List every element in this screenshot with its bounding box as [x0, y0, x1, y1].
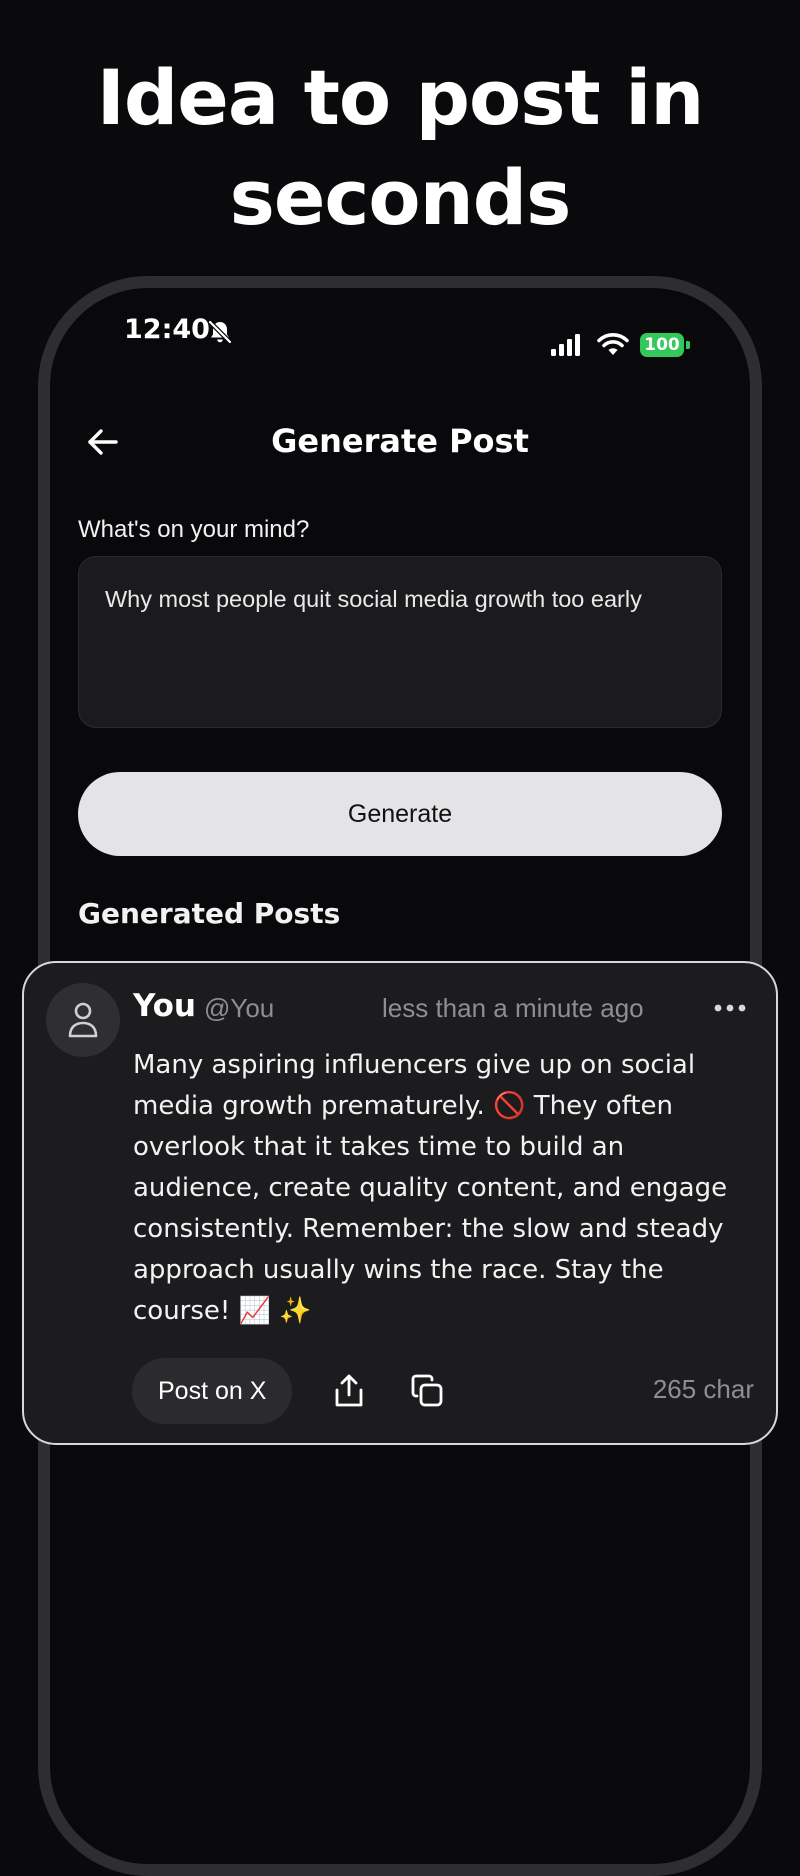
- status-time: 12:40: [124, 314, 210, 345]
- author-handle: @You: [204, 993, 275, 1023]
- page-title: Generate Post: [271, 422, 529, 460]
- more-icon[interactable]: [712, 996, 748, 1020]
- generated-posts-title: Generated Posts: [78, 897, 341, 930]
- author-name: You: [133, 988, 196, 1024]
- wifi-icon: [597, 333, 629, 355]
- prompt-input[interactable]: Why most people quit social media growth…: [78, 556, 722, 728]
- copy-icon[interactable]: [410, 1374, 444, 1408]
- headline-line-1: Idea to post in: [96, 53, 705, 142]
- post-text: Many aspiring influencers give up on soc…: [133, 1050, 728, 1326]
- cellular-signal-icon: [551, 334, 580, 356]
- headline-line-2: seconds: [229, 153, 572, 242]
- user-icon: [68, 1002, 98, 1038]
- avatar: [46, 983, 120, 1057]
- battery-icon: 100: [640, 333, 690, 357]
- post-on-x-button[interactable]: Post on X: [132, 1358, 293, 1424]
- share-icon[interactable]: [332, 1373, 366, 1409]
- battery-level: 100: [640, 333, 684, 357]
- generate-button[interactable]: Generate: [78, 772, 722, 856]
- post-timestamp: less than a minute ago: [382, 993, 644, 1023]
- char-count: 265 char: [652, 1374, 754, 1404]
- prompt-label: What's on your mind?: [78, 516, 310, 543]
- bell-slash-icon: [208, 320, 232, 344]
- battery-cap: [686, 341, 690, 349]
- headline: Idea to post in seconds: [0, 48, 800, 248]
